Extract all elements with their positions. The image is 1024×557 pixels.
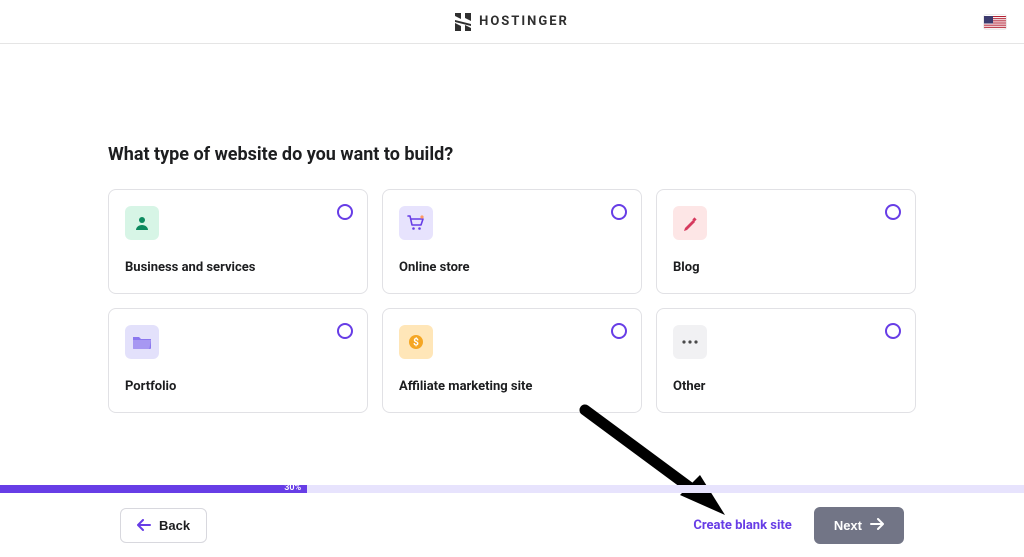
website-type-options: Business and services Online store Blog … — [108, 189, 916, 413]
create-blank-site-link[interactable]: Create blank site — [693, 518, 791, 533]
svg-text:$: $ — [413, 336, 419, 349]
brand-name: HOSTINGER — [479, 14, 569, 29]
option-label: Blog — [673, 260, 899, 275]
next-label: Next — [834, 518, 862, 533]
next-button[interactable]: Next — [814, 507, 904, 544]
progress-fill: 30% — [0, 485, 307, 493]
back-label: Back — [159, 518, 190, 533]
radio-unchecked-icon — [611, 323, 627, 339]
dots-icon — [673, 325, 707, 359]
radio-unchecked-icon — [885, 204, 901, 220]
radio-unchecked-icon — [337, 204, 353, 220]
progress-percent: 30% — [284, 483, 301, 493]
language-flag-us[interactable] — [984, 15, 1006, 29]
option-label: Portfolio — [125, 379, 351, 394]
option-affiliate-marketing[interactable]: $ Affiliate marketing site — [382, 308, 642, 413]
option-label: Online store — [399, 260, 625, 275]
hostinger-mark-icon — [455, 13, 471, 31]
brand-logo: HOSTINGER — [455, 13, 569, 31]
app-header: HOSTINGER — [0, 0, 1024, 44]
back-button[interactable]: Back — [120, 508, 207, 543]
cart-icon — [399, 206, 433, 240]
person-icon — [125, 206, 159, 240]
option-other[interactable]: Other — [656, 308, 916, 413]
radio-unchecked-icon — [611, 204, 627, 220]
footer-bar: Back Create blank site Next — [0, 493, 1024, 557]
arrow-right-icon — [870, 518, 884, 533]
radio-unchecked-icon — [885, 323, 901, 339]
option-online-store[interactable]: Online store — [382, 189, 642, 294]
dollar-icon: $ — [399, 325, 433, 359]
folder-icon — [125, 325, 159, 359]
option-blog[interactable]: Blog — [656, 189, 916, 294]
progress-bar: 30% — [0, 485, 1024, 493]
option-business-and-services[interactable]: Business and services — [108, 189, 368, 294]
step-question: What type of website do you want to buil… — [108, 144, 916, 165]
radio-unchecked-icon — [337, 323, 353, 339]
option-label: Affiliate marketing site — [399, 379, 625, 394]
option-portfolio[interactable]: Portfolio — [108, 308, 368, 413]
onboarding-step: What type of website do you want to buil… — [0, 44, 1024, 413]
arrow-left-icon — [137, 519, 151, 531]
pencil-icon — [673, 206, 707, 240]
option-label: Other — [673, 379, 899, 394]
option-label: Business and services — [125, 260, 351, 275]
